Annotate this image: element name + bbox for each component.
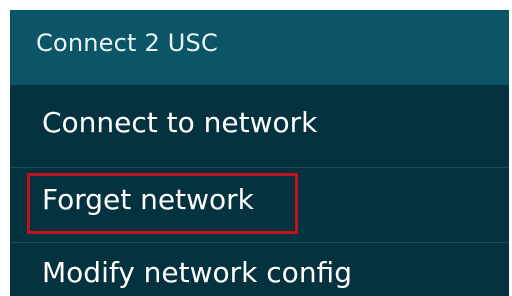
connect-to-network-item[interactable]: Connect to network xyxy=(10,85,509,167)
modify-network-config-item[interactable]: Modify network config xyxy=(10,242,509,296)
forget-network-label: Forget network xyxy=(42,183,254,216)
dialog-title: Connect 2 USC xyxy=(36,29,218,57)
forget-network-item[interactable]: Forget network xyxy=(10,167,509,242)
network-options-dialog: Connect 2 USC Connect to network Forget … xyxy=(10,10,509,296)
dialog-header: Connect 2 USC xyxy=(10,10,509,85)
modify-network-config-label: Modify network config xyxy=(42,256,352,289)
connect-to-network-label: Connect to network xyxy=(42,106,318,139)
